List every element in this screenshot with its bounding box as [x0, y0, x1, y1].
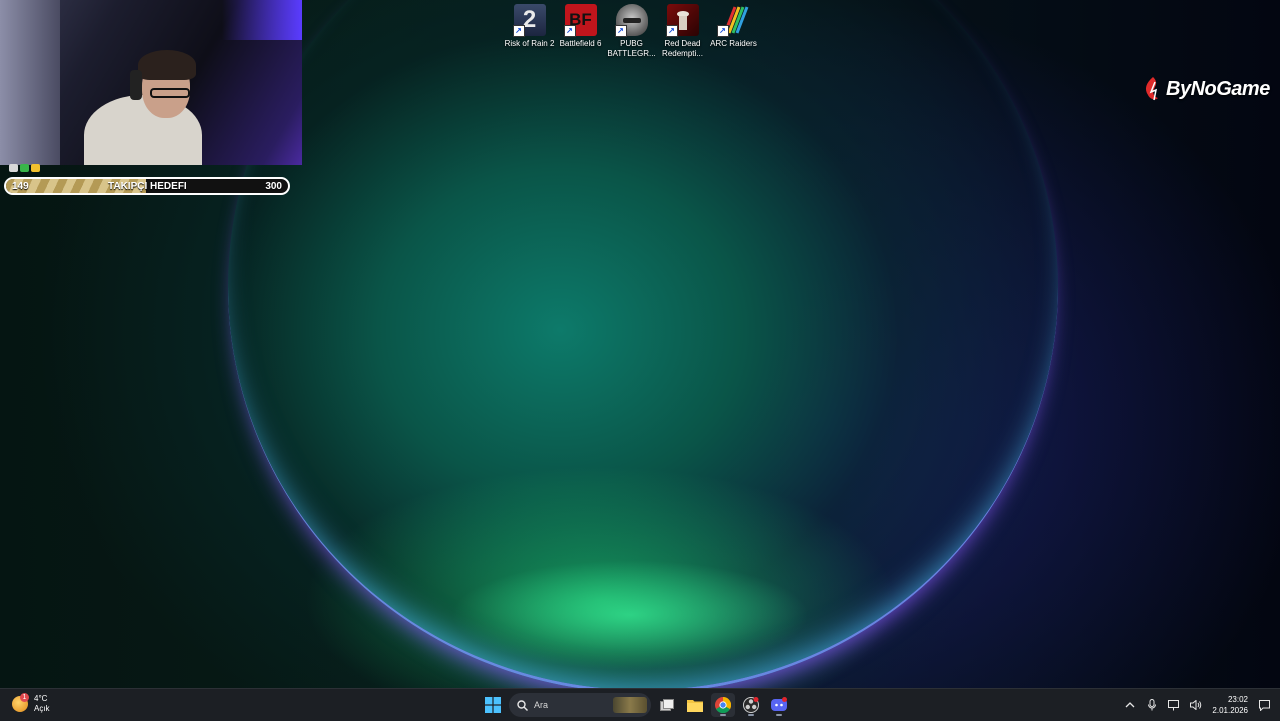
- risk-of-rain-2-glyph: 2: [522, 6, 537, 33]
- shortcut-arrow-icon: ↗: [614, 25, 627, 37]
- search-highlight-art: [613, 697, 647, 713]
- speaker-icon: [1190, 700, 1202, 710]
- desktop-icon-red-dead-redemption[interactable]: ↗ Red Dead Redempti...: [657, 4, 708, 59]
- obs-button[interactable]: [739, 693, 763, 717]
- file-explorer-button[interactable]: [683, 693, 707, 717]
- desktop-icons: 2 ↗ Risk of Rain 2 BF ↗ Battlefield 6 ↗ …: [504, 4, 759, 59]
- show-hidden-icons-button[interactable]: [1122, 693, 1138, 717]
- search-placeholder: Ara: [534, 700, 549, 710]
- mini-yellow-icon: [31, 164, 40, 172]
- shortcut-arrow-icon: ↗: [716, 25, 729, 37]
- desktop-icon-pubg[interactable]: ↗ PUBG BATTLEGR...: [606, 4, 657, 59]
- bynogame-logo-icon: [1145, 77, 1158, 101]
- windows-start-icon: [485, 697, 501, 713]
- network-button[interactable]: [1166, 693, 1182, 717]
- microphone-icon: [1148, 699, 1157, 711]
- start-button[interactable]: [481, 693, 505, 717]
- task-view-button[interactable]: [655, 693, 679, 717]
- taskbar-center: Ara: [481, 693, 791, 717]
- mini-shortcut-icon: [9, 164, 18, 172]
- streamer-hair: [138, 50, 196, 80]
- notifications-button[interactable]: [1256, 693, 1272, 717]
- red-dead-redemption-icon: ↗: [665, 4, 699, 37]
- shortcut-arrow-icon: ↗: [563, 25, 576, 37]
- obs-icon: [743, 697, 759, 713]
- headset-icon: [130, 70, 142, 100]
- folder-icon: [687, 700, 703, 712]
- glasses-icon: [150, 88, 190, 98]
- webcam-purple-light: [222, 0, 302, 40]
- clock-date: 2.01.2026: [1212, 706, 1248, 715]
- chevron-up-icon: [1125, 702, 1135, 708]
- desktop-icon-battlefield-6[interactable]: BF ↗ Battlefield 6: [555, 4, 606, 59]
- weather-badge: 1: [20, 693, 29, 702]
- task-view-icon: [660, 699, 674, 711]
- system-tray: 23:02 2.01.2026: [1122, 693, 1272, 717]
- follower-goal-target: 300: [265, 181, 282, 192]
- discord-icon: [771, 697, 787, 711]
- follower-goal-label: TAKIPÇI HEDEFI: [108, 181, 187, 192]
- running-app-indicator: [776, 714, 782, 716]
- desktop-icon-arc-raiders[interactable]: ↗ ARC Raiders: [708, 4, 759, 59]
- microphone-button[interactable]: [1144, 693, 1160, 717]
- network-icon: [1168, 699, 1180, 710]
- notification-icon: [1258, 699, 1270, 711]
- desktop-icon-risk-of-rain-2[interactable]: 2 ↗ Risk of Rain 2: [504, 4, 555, 59]
- webcam-overlay: [0, 0, 302, 165]
- desktop-icon-label: ARC Raiders: [710, 39, 757, 48]
- weather-condition: Açık: [34, 704, 50, 713]
- taskbar: 1 4°C Açık Ara 23:02 2.01.2026: [0, 688, 1280, 721]
- chrome-button[interactable]: [711, 693, 735, 717]
- follower-goal-current: 149: [12, 181, 29, 192]
- taskbar-clock[interactable]: 23:02 2.01.2026: [1210, 693, 1250, 717]
- wallpaper-glow: [450, 560, 810, 670]
- chrome-icon: [715, 697, 731, 713]
- weather-text: 4°C Açık: [34, 694, 50, 714]
- arc-raiders-icon: ↗: [716, 4, 750, 37]
- volume-button[interactable]: [1188, 693, 1204, 717]
- running-app-indicator: [748, 714, 754, 716]
- follower-goal-bar: 149 TAKIPÇI HEDEFI 300: [4, 177, 290, 195]
- shortcut-arrow-icon: ↗: [512, 25, 525, 37]
- mini-green-icon: [20, 164, 29, 172]
- weather-temp: 4°C: [34, 694, 48, 703]
- clock-time: 23:02: [1227, 695, 1248, 704]
- bynogame-logo-text: ByNoGame: [1166, 77, 1270, 100]
- webcam-wall: [0, 0, 60, 165]
- overlay-mini-icons: [9, 164, 40, 172]
- taskbar-search[interactable]: Ara: [509, 693, 651, 717]
- battlefield-6-icon: BF ↗: [563, 4, 597, 37]
- weather-sun-icon: 1: [12, 693, 29, 712]
- bynogame-watermark: ByNoGame: [1143, 76, 1270, 102]
- weather-widget[interactable]: 1 4°C Açık: [12, 693, 50, 714]
- active-app-indicator: [720, 714, 726, 716]
- risk-of-rain-2-icon: 2 ↗: [512, 4, 546, 37]
- shortcut-arrow-icon: ↗: [665, 25, 678, 37]
- search-icon: [517, 699, 528, 711]
- pubg-icon: ↗: [614, 4, 648, 37]
- discord-button[interactable]: [767, 693, 791, 717]
